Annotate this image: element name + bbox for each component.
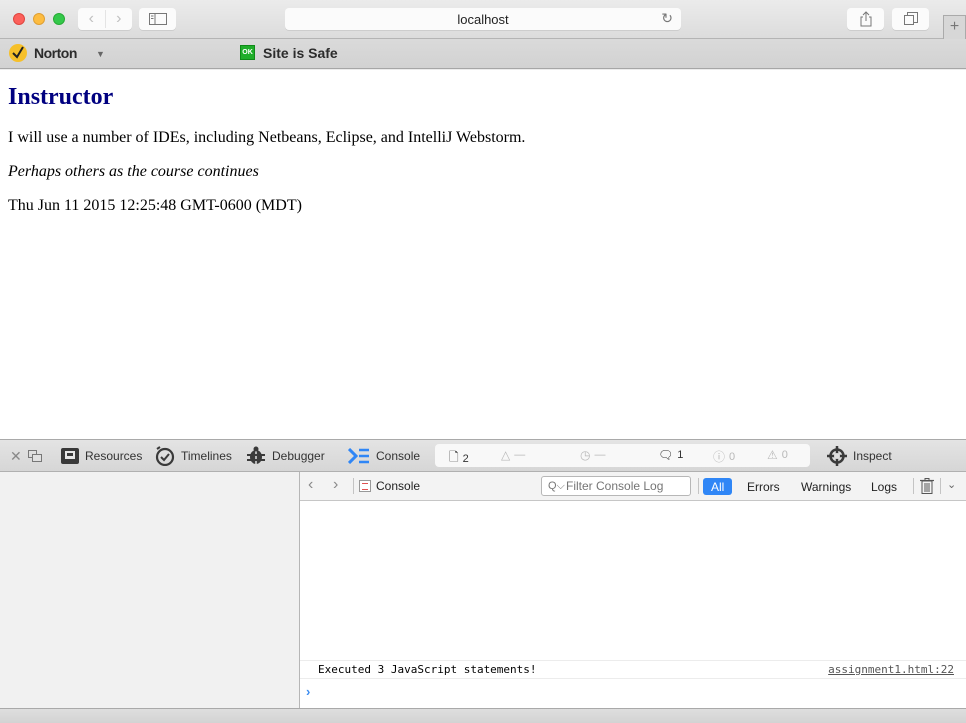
speech-bubble-icon: 🗨 bbox=[658, 448, 674, 462]
undock-icon[interactable] bbox=[28, 440, 42, 472]
new-tab-button[interactable]: + bbox=[943, 15, 966, 39]
tab-timelines[interactable]: Timelines bbox=[155, 440, 232, 472]
devtools-toolbar: ✕ Resources Timelines Debugger Console 🗋… bbox=[0, 439, 966, 472]
activity-counters: 🗋 2 △ — ◷ — 🗨 1 ⓘ 0 ⚠ 0 bbox=[435, 444, 810, 467]
close-window-button[interactable] bbox=[13, 13, 25, 25]
forward-icon[interactable]: › bbox=[333, 476, 338, 494]
tab-console-label: Console bbox=[376, 449, 421, 463]
italic-note: Perhaps others as the course continues bbox=[8, 163, 259, 180]
tab-console[interactable]: Console bbox=[348, 440, 420, 472]
debugger-icon bbox=[246, 446, 266, 466]
close-devtools-icon[interactable]: ✕ bbox=[10, 440, 22, 472]
errors-count[interactable]: ⓘ 0 bbox=[713, 448, 735, 465]
tabs-icon bbox=[903, 12, 918, 25]
inspect-button[interactable]: Inspect bbox=[827, 440, 892, 472]
error-icon: ⓘ bbox=[713, 450, 726, 464]
site-safe-icon: OK bbox=[240, 45, 255, 60]
tab-resources[interactable]: Resources bbox=[61, 440, 142, 472]
console-icon bbox=[348, 448, 370, 464]
devtools-sidebar bbox=[0, 472, 300, 708]
tab-debugger[interactable]: Debugger bbox=[246, 440, 325, 472]
window-titlebar: ‹ › localhost ↻ + bbox=[0, 0, 966, 39]
norton-checkmark-icon bbox=[9, 44, 27, 62]
network-count[interactable]: △ — bbox=[501, 448, 525, 462]
resources-icon bbox=[61, 447, 79, 465]
reload-icon[interactable]: ↻ bbox=[661, 10, 673, 27]
share-icon bbox=[860, 11, 871, 27]
clock-icon: ◷ bbox=[580, 448, 591, 462]
warnings-count[interactable]: ⚠ 0 bbox=[767, 448, 788, 462]
console-message: Executed 3 JavaScript statements! assign… bbox=[300, 660, 966, 679]
zoom-window-button[interactable] bbox=[53, 13, 65, 25]
scope-warnings[interactable]: Warnings bbox=[793, 478, 859, 495]
back-icon[interactable]: ‹ bbox=[308, 476, 313, 494]
console-log-icon bbox=[359, 480, 371, 492]
trash-icon bbox=[920, 478, 934, 494]
scope-all[interactable]: All bbox=[703, 478, 733, 495]
tab-timelines-label: Timelines bbox=[181, 449, 232, 463]
share-button[interactable] bbox=[847, 8, 884, 30]
minimize-window-button[interactable] bbox=[33, 13, 45, 25]
norton-toolbar: Norton ▼ OK Site is Safe bbox=[0, 39, 966, 69]
site-safety-status[interactable]: Site is Safe bbox=[263, 45, 338, 61]
chevron-down-icon[interactable]: ⌄ bbox=[947, 478, 956, 491]
show-all-tabs-button[interactable] bbox=[892, 8, 929, 30]
forward-button[interactable]: › bbox=[106, 10, 133, 28]
resources-count[interactable]: 🗋 2 bbox=[449, 448, 469, 469]
sidebar-icon bbox=[148, 13, 167, 25]
logs-count[interactable]: 🗨 1 bbox=[658, 448, 683, 462]
timelines-icon bbox=[155, 446, 175, 466]
inspect-label: Inspect bbox=[853, 449, 892, 463]
warning-icon: ⚠ bbox=[767, 448, 778, 462]
tab-resources-label: Resources bbox=[85, 449, 143, 463]
norton-brand[interactable]: Norton bbox=[34, 45, 77, 61]
scope-logs[interactable]: Logs bbox=[863, 478, 905, 495]
tab-debugger-label: Debugger bbox=[272, 449, 325, 463]
divider bbox=[698, 478, 699, 494]
date-text: Thu Jun 11 2015 12:25:48 GMT-0600 (MDT) bbox=[8, 197, 302, 214]
web-page-content: Instructor I will use a number of IDEs, … bbox=[0, 70, 966, 439]
scope-errors[interactable]: Errors bbox=[739, 478, 788, 495]
load-time[interactable]: ◷ — bbox=[580, 448, 605, 462]
norton-dropdown-icon[interactable]: ▼ bbox=[96, 49, 105, 59]
page-heading: Instructor bbox=[8, 84, 114, 110]
divider bbox=[913, 478, 914, 494]
navigation-buttons: ‹ › bbox=[78, 8, 132, 30]
address-bar[interactable]: localhost ↻ bbox=[285, 8, 681, 30]
console-navigation-bar: ‹ › Console Q⌵ All Errors Warnings Logs … bbox=[300, 472, 966, 501]
sidebar-toggle-button[interactable] bbox=[139, 8, 176, 30]
console-pane: ‹ › Console Q⌵ All Errors Warnings Logs … bbox=[300, 472, 966, 708]
console-breadcrumb[interactable]: Console bbox=[376, 479, 420, 493]
url-text: localhost bbox=[457, 11, 509, 27]
console-prompt-icon[interactable]: › bbox=[306, 684, 310, 699]
back-button[interactable]: ‹ bbox=[78, 10, 106, 28]
console-message-source-link[interactable]: assignment1.html:22 bbox=[828, 663, 954, 676]
clear-log-button[interactable] bbox=[920, 478, 934, 499]
ide-paragraph: I will use a number of IDEs, including N… bbox=[8, 129, 526, 146]
divider bbox=[353, 478, 354, 494]
search-icon: Q⌵ bbox=[548, 480, 565, 492]
console-message-text: Executed 3 JavaScript statements! bbox=[318, 663, 537, 676]
crosshair-icon bbox=[827, 446, 847, 466]
weight-icon: △ bbox=[501, 448, 511, 462]
window-status-bar bbox=[0, 708, 966, 723]
document-icon: 🗋 bbox=[449, 450, 459, 464]
divider bbox=[940, 478, 941, 494]
